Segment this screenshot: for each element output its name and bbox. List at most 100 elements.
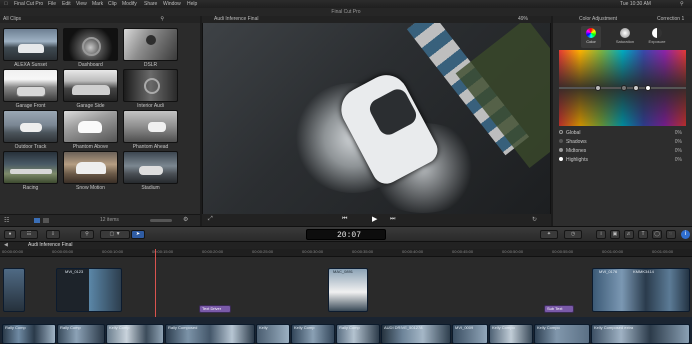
timeline-ruler[interactable]: 00:00:00:00 00:00:05:00 00:00:10:00 00:0… (0, 249, 692, 257)
grid-view-button[interactable] (34, 218, 40, 223)
ruler-label: 00:00:30:00 (302, 249, 324, 254)
story-clip[interactable]: Kelly (256, 324, 290, 344)
ruler-label: 00:00:35:00 (352, 249, 374, 254)
timeline-back-icon[interactable]: ◀ (4, 242, 8, 249)
menu-file[interactable]: File (48, 0, 56, 8)
row-highlights-label: Highlights (566, 157, 588, 163)
story-clip[interactable]: Kelly Composed extra (591, 324, 690, 344)
story-clip[interactable]: Rally Comp (336, 324, 380, 344)
color-board[interactable] (559, 50, 686, 126)
menu-clip[interactable]: Clip (108, 0, 117, 8)
clip-thumb[interactable] (63, 110, 118, 143)
menu-help[interactable]: Help (187, 0, 197, 8)
menu-window[interactable]: Window (163, 0, 181, 8)
tab-saturation[interactable]: Saturation (615, 26, 635, 48)
menu-share[interactable]: Share (144, 0, 157, 8)
clip-thumb[interactable] (63, 28, 118, 61)
story-clip[interactable]: Kelly Comp (291, 324, 335, 344)
clip-thumb[interactable] (123, 69, 178, 102)
clip-thumb[interactable] (3, 151, 58, 184)
menu-app[interactable]: Final Cut Pro (14, 0, 43, 8)
rewind-button[interactable]: ⏮ (342, 216, 347, 223)
search-icon[interactable]: ⚲ (160, 16, 164, 23)
library-button[interactable]: ☷ (20, 230, 38, 239)
zoom-slider[interactable] (150, 219, 172, 222)
generators-button[interactable]: ◯ (652, 230, 662, 239)
title-clip[interactable]: Text Driver (199, 305, 231, 313)
menu-view[interactable]: View (76, 0, 87, 8)
apple-icon[interactable]:  (4, 0, 8, 8)
browser-filter-icon[interactable]: ☷ (4, 217, 9, 224)
clip-label: Racing (22, 185, 39, 191)
fullscreen-icon[interactable]: ⤢ (208, 216, 213, 223)
photos-button[interactable]: ♬ (624, 230, 634, 239)
browser-settings-icon[interactable]: ⚙ (183, 216, 188, 223)
themes-button[interactable]: ◾ (666, 230, 676, 239)
shadows-puck[interactable] (621, 85, 627, 91)
clip-thumb[interactable] (3, 28, 58, 61)
story-clip[interactable]: MVI_0009 (452, 324, 488, 344)
record-button[interactable]: ● (4, 230, 16, 239)
select-tool-button[interactable]: ➤ (131, 230, 145, 239)
clip-thumb[interactable] (3, 69, 58, 102)
edit-connect-button[interactable]: ▢ ▼ (100, 230, 130, 239)
enhance-button[interactable]: ✦ (540, 230, 558, 239)
story-clip[interactable]: Kelly Compo (534, 324, 590, 344)
connected-clip[interactable] (3, 268, 25, 312)
clip-thumb[interactable] (63, 69, 118, 102)
clip-thumb[interactable] (123, 151, 178, 184)
story-clip-name: Rally Composed (168, 325, 198, 330)
title-clip[interactable]: Sub Text (544, 305, 574, 313)
ruler-label: 00:01:05:00 (652, 249, 674, 254)
timecode[interactable]: 20:07 (337, 231, 361, 240)
menu-modify[interactable]: Modify (122, 0, 137, 8)
connected-clip[interactable]: MAC_0891 (328, 268, 368, 312)
viewer-percent[interactable]: 49% (518, 16, 528, 23)
highlights-puck[interactable] (645, 85, 651, 91)
forward-button[interactable]: ⏭ (390, 216, 395, 223)
connected-clip[interactable]: MVI_0123 (56, 268, 122, 312)
spotlight-icon[interactable]: ⚲ (680, 0, 684, 8)
inspector-button[interactable]: i (596, 230, 606, 239)
clip-name: MVI_0123 (65, 269, 84, 274)
clip-label: DSLR (143, 62, 158, 68)
story-clip[interactable]: Rally Composed (165, 324, 255, 344)
keyword-button[interactable]: ⚲ (80, 230, 94, 239)
menu-bar:  Final Cut Pro File Edit View Mark Clip… (0, 0, 692, 8)
clip-label: Snow Motion (76, 185, 105, 191)
list-view-button[interactable] (43, 218, 49, 223)
retime-button[interactable]: ◷ (564, 230, 582, 239)
play-button[interactable]: ▶ (372, 215, 377, 223)
story-clip[interactable]: Kelly Comp (106, 324, 164, 344)
story-clip[interactable]: Kelly Compo (489, 324, 533, 344)
info-icon[interactable]: i (681, 230, 690, 239)
effects-button[interactable]: ▣ (610, 230, 620, 239)
import-button[interactable]: ⇩ (46, 230, 60, 239)
row-global[interactable]: Global 0% (559, 130, 686, 137)
menu-edit[interactable]: Edit (62, 0, 71, 8)
tab-exposure-label: Exposure (648, 39, 666, 44)
midtones-puck[interactable] (633, 85, 639, 91)
story-clip[interactable]: Rally Comp (2, 324, 56, 344)
ruler-label: 00:00:25:00 (252, 249, 274, 254)
loop-icon[interactable]: ↻ (532, 216, 537, 223)
row-highlights[interactable]: Highlights 0% (559, 157, 686, 164)
clip-label: Dashboard (78, 62, 103, 68)
tab-exposure[interactable]: Exposure (647, 26, 667, 48)
story-clip[interactable]: Rally Comp (57, 324, 105, 344)
titles-button[interactable]: T (638, 230, 648, 239)
clip-thumb[interactable] (63, 151, 118, 184)
clip-thumb[interactable] (3, 110, 58, 143)
row-midtones[interactable]: Midtones 0% (559, 148, 686, 155)
clip-thumb[interactable] (123, 28, 178, 61)
story-clip[interactable]: AUDI DRIVE_501278 (381, 324, 451, 344)
menu-mark[interactable]: Mark (92, 0, 103, 8)
tab-color-label: Color (586, 39, 596, 44)
clip-thumb[interactable] (123, 110, 178, 143)
ruler-label: 00:00:45:00 (452, 249, 474, 254)
row-shadows[interactable]: Shadows 0% (559, 139, 686, 146)
global-puck[interactable] (595, 85, 601, 91)
inspector-subtitle[interactable]: Correction 1 (657, 16, 684, 23)
tab-color[interactable]: Color (581, 26, 601, 48)
connected-clip[interactable]: MVI_0176 KMMK3414 (592, 268, 690, 312)
